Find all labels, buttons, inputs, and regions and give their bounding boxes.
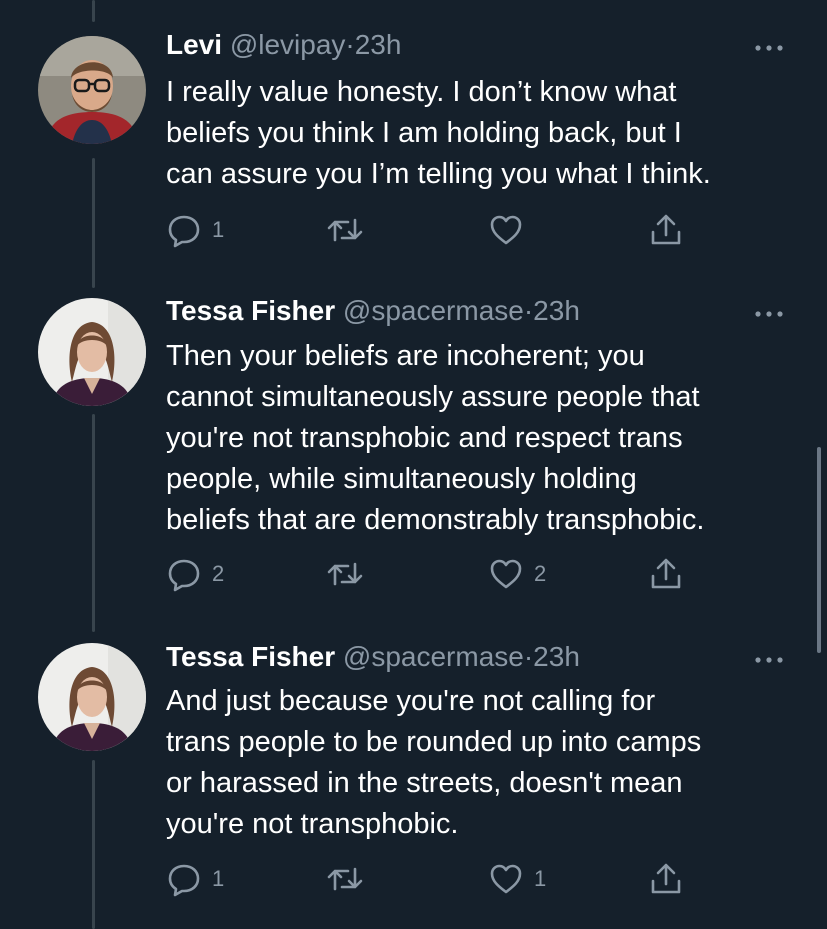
avatar-tessa[interactable]: [38, 643, 146, 751]
tweet-text-line: people, while simultaneously holding: [166, 463, 637, 495]
tweet-header: Tessa Fisher @spacermase·23h: [166, 640, 580, 674]
tweet-timestamp[interactable]: 23h: [355, 29, 402, 60]
reply-icon: [166, 861, 202, 897]
retweet-button[interactable]: [326, 554, 374, 594]
like-icon: [488, 861, 524, 897]
like-icon: [488, 556, 524, 592]
separator-dot: ·: [523, 641, 534, 672]
tweet-text: I really value honesty. I don’t know wha…: [166, 72, 806, 195]
like-icon: [488, 212, 524, 248]
share-icon: [648, 861, 684, 897]
like-button[interactable]: 1: [488, 859, 546, 899]
share-icon: [648, 212, 684, 248]
share-icon: [648, 556, 684, 592]
tweet-text-line: or harassed in the streets, doesn't mean: [166, 767, 683, 799]
tweet-tessa-1[interactable]: Tessa Fisher @spacermase·23h Then your b…: [0, 270, 827, 615]
reply-icon: [166, 556, 202, 592]
reply-count: 1: [212, 866, 225, 891]
tweet-timestamp[interactable]: 23h: [533, 641, 580, 672]
reply-icon: [166, 212, 202, 248]
retweet-icon: [326, 212, 364, 248]
tweet-header: Tessa Fisher @spacermase·23h: [166, 294, 580, 328]
more-icon[interactable]: [752, 653, 786, 667]
reply-button[interactable]: 1: [166, 859, 224, 899]
scrollbar[interactable]: [817, 447, 821, 653]
author-name[interactable]: Tessa Fisher: [166, 295, 335, 326]
like-count: 1: [534, 866, 547, 891]
share-button[interactable]: [648, 859, 684, 899]
tweet-header: Levi @levipay·23h: [166, 28, 401, 62]
reply-button[interactable]: 1: [166, 210, 224, 250]
avatar-levi[interactable]: [38, 36, 146, 144]
tweet-text: And just because you're not calling for …: [166, 681, 806, 845]
retweet-button[interactable]: [326, 210, 374, 250]
avatar-tessa[interactable]: [38, 298, 146, 406]
tweet-actions: 2 2: [0, 554, 827, 594]
author-name[interactable]: Levi: [166, 29, 222, 60]
author-handle[interactable]: @spacermase: [343, 295, 524, 326]
tweet-levi[interactable]: Levi @levipay·23h I really value honesty…: [0, 0, 827, 270]
share-button[interactable]: [648, 554, 684, 594]
retweet-icon: [326, 556, 364, 592]
retweet-button[interactable]: [326, 859, 374, 899]
reply-button[interactable]: 2: [166, 554, 224, 594]
tweet-actions: 1: [0, 210, 827, 250]
author-handle[interactable]: @spacermase: [343, 641, 524, 672]
tweet-text: Then your beliefs are incoherent; you ca…: [166, 336, 806, 541]
more-icon[interactable]: [752, 41, 786, 55]
share-button[interactable]: [648, 210, 684, 250]
tweet-timestamp[interactable]: 23h: [533, 295, 580, 326]
tweet-text-line: you're not transphobic and respect trans: [166, 422, 683, 454]
tweet-text-line: cannot simultaneously assure people that: [166, 381, 700, 413]
like-button[interactable]: [488, 210, 534, 250]
retweet-icon: [326, 861, 364, 897]
separator-dot: ·: [345, 29, 355, 60]
reply-count: 2: [212, 561, 225, 586]
author-handle[interactable]: @levipay: [230, 29, 346, 60]
separator-dot: ·: [523, 295, 534, 326]
author-name[interactable]: Tessa Fisher: [166, 641, 335, 672]
tweet-text-line: you're not transphobic.: [166, 808, 459, 840]
tweet-text-line: can assure you I’m telling you what I th…: [166, 158, 711, 190]
tweet-text-line: beliefs that are demonstrably transphobi…: [166, 504, 705, 536]
tweet-actions: 1 1: [0, 859, 827, 899]
tweet-text-line: Then your beliefs are incoherent; you: [166, 340, 645, 372]
tweet-text-line: beliefs you think I am holding back, but…: [166, 117, 682, 149]
tweet-text-line: I really value honesty. I don’t know wha…: [166, 76, 677, 108]
like-count: 2: [534, 561, 547, 586]
more-icon[interactable]: [752, 307, 786, 321]
like-button[interactable]: 2: [488, 554, 546, 594]
tweet-text-line: And just because you're not calling for: [166, 685, 656, 717]
tweet-tessa-2[interactable]: Tessa Fisher @spacermase·23h And just be…: [0, 615, 827, 929]
reply-count: 1: [212, 217, 225, 242]
tweet-text-line: trans people to be rounded up into camps: [166, 726, 702, 758]
